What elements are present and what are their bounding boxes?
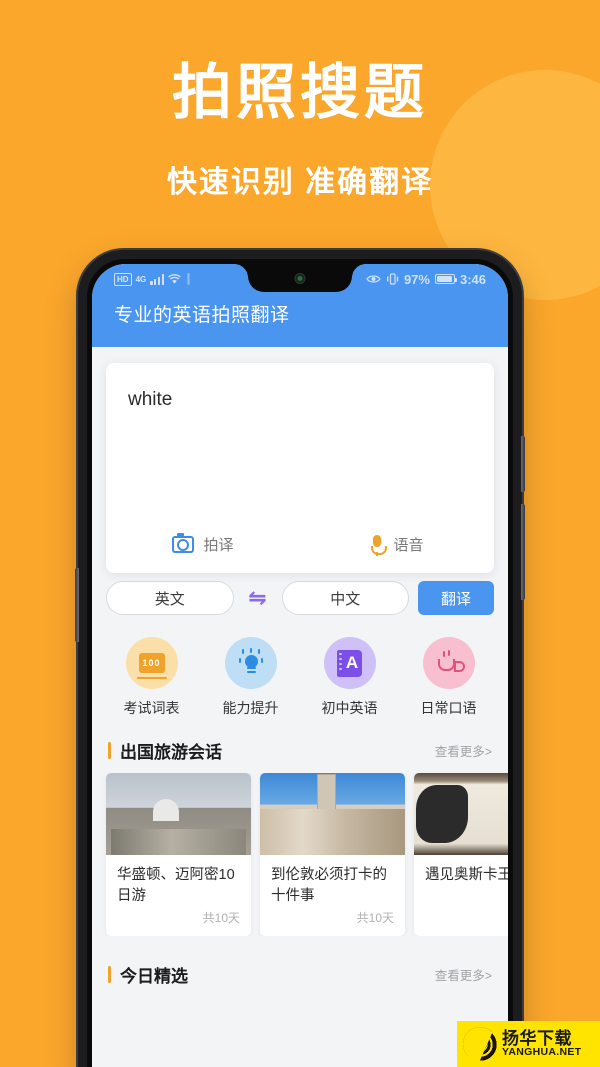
input-tools: 拍译 语音 [106,533,494,573]
list-item[interactable]: 遇见奥斯卡王尔德 [414,773,508,936]
promo-title: 拍照搜题 [172,59,428,126]
network-type-label: 4G [135,274,147,284]
front-camera-icon [294,273,306,284]
card-meta [414,907,508,919]
battery-icon [434,274,458,284]
wifi-icon [168,273,181,284]
card-title: 遇见奥斯卡王尔德 [425,867,508,883]
translate-input[interactable]: white [106,363,494,534]
phone-bezel: HD 4G 97% 3:46 专业的英语拍照翻译 white 拍译 语音 英文 … [87,259,513,1067]
section-header-featured: 今日精选 查看更多> [92,936,508,997]
london-museum-photo [260,773,405,855]
status-bar-left: HD 4G [108,272,192,286]
camera-icon [172,533,195,553]
list-item[interactable]: 华盛顿、迈阿密10日游 共10天 [106,773,251,936]
promo-subtitle: 快速识别 准确翻译 [166,166,434,199]
travel-card-list[interactable]: 华盛顿、迈阿密10日游 共10天 到伦敦必须打卡的十件事 共10天 遇见奥斯卡王… [92,773,508,936]
section-more-link[interactable]: 查看更多> [435,965,492,984]
watermark-logo-icon [463,1027,497,1061]
quick-action-exam-wordlist[interactable]: 100 考试词表 [102,637,201,718]
photo-translate-label: 拍译 [203,537,234,554]
vibrate-icon [386,273,399,285]
swap-arrows-icon[interactable]: ⇋ [243,587,273,609]
watermark-cn-label: 扬华下载 [502,1028,572,1048]
lightbulb-icon [224,637,277,689]
quick-action-label: 日常口语 [420,700,477,716]
voice-input-label: 语音 [393,537,424,554]
card-meta: 共10天 [356,911,394,925]
clock-label: 3:46 [459,271,486,287]
section-title: 出国旅游会话 [120,743,222,762]
app-body: 英文 ⇋ 中文 翻译 100 考试词表 能力提升 A 初中英语 日常口语 出国旅… [92,515,508,997]
hd-icon: HD [114,272,132,286]
score-100-icon: 100 [125,637,178,689]
card-title: 到伦敦必须打卡的十件事 [271,867,387,904]
coffee-cup-icon [422,637,475,689]
quick-actions-row: 100 考试词表 能力提升 A 初中英语 日常口语 [92,615,508,724]
quick-action-daily-speaking[interactable]: 日常口语 [399,637,498,718]
status-bar-right: 97% 3:46 [366,272,492,287]
quick-action-label: 能力提升 [222,700,279,716]
phone-screen: HD 4G 97% 3:46 专业的英语拍照翻译 white 拍译 语音 英文 … [92,264,508,1067]
battery-percent-label: 97% [403,271,430,287]
section-accent-bar [108,966,111,983]
voice-input-button[interactable]: 语音 [300,534,494,556]
card-title: 华盛顿、迈阿密10日游 [117,867,235,904]
phone-notch [234,264,366,292]
quick-action-middle-school-english[interactable]: A 初中英语 [300,637,399,718]
quick-action-skill-boost[interactable]: 能力提升 [201,637,300,718]
section-accent-bar [108,742,111,759]
section-title: 今日精选 [120,967,188,986]
oscar-wilde-statue-photo [414,773,508,855]
source-language-select[interactable]: 英文 [106,581,234,615]
quick-action-label: 初中英语 [321,700,378,716]
translate-input-card: white 拍译 语音 [106,363,494,573]
language-selector-row: 英文 ⇋ 中文 翻译 [92,581,508,615]
alarm-icon [187,273,190,285]
app-title: 专业的英语拍照翻译 [114,305,290,326]
phone-volume-up-button[interactable] [521,436,525,492]
section-header-travel: 出国旅游会话 查看更多> [92,724,508,773]
quick-action-label: 考试词表 [123,700,180,716]
eye-icon [366,275,381,283]
watermark: 扬华下载 YANGHUA.NET [457,1021,600,1067]
phone-mockup: HD 4G 97% 3:46 专业的英语拍照翻译 white 拍译 语音 英文 … [75,250,525,1067]
section-more-link[interactable]: 查看更多> [435,741,492,760]
watermark-text: 扬华下载 YANGHUA.NET [502,1028,582,1059]
photo-translate-button[interactable]: 拍译 [106,533,300,555]
signal-bars-icon [150,273,164,285]
target-language-select[interactable]: 中文 [281,581,409,615]
card-meta: 共10天 [202,911,240,925]
list-item[interactable]: 到伦敦必须打卡的十件事 共10天 [260,773,405,936]
watermark-en-label: YANGHUA.NET [502,1046,582,1059]
promo-banner: 拍照搜题 快速识别 准确翻译 [0,58,600,201]
washington-capitol-photo [106,773,251,855]
book-a-icon: A [323,637,376,689]
phone-power-button[interactable] [75,568,79,642]
phone-volume-down-button[interactable] [521,504,525,600]
translate-button[interactable]: 翻译 [418,581,494,615]
microphone-icon [370,534,388,556]
